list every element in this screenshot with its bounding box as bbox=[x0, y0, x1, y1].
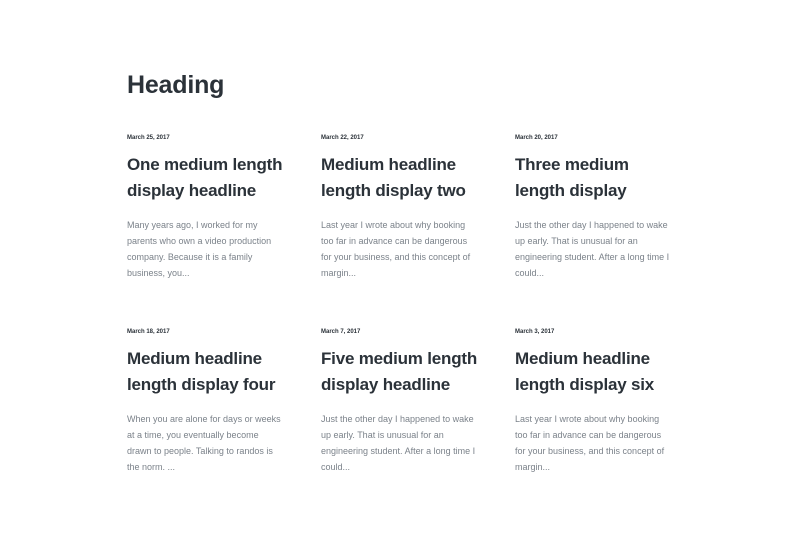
post-date: March 18, 2017 bbox=[127, 329, 170, 335]
post-title[interactable]: Medium headline length display four bbox=[127, 346, 292, 398]
post-date: March 20, 2017 bbox=[515, 135, 558, 141]
post-card[interactable]: March 22, 2017 Medium headline length di… bbox=[321, 134, 475, 281]
page-heading: Heading bbox=[127, 71, 225, 99]
post-card[interactable]: March 3, 2017 Medium headline length dis… bbox=[515, 328, 669, 475]
post-title[interactable]: Medium headline length display two bbox=[321, 152, 486, 204]
post-title[interactable]: Five medium length display headline bbox=[321, 346, 486, 398]
post-excerpt: Just the other day I happened to wake up… bbox=[321, 414, 476, 472]
post-excerpt: When you are alone for days or weeks at … bbox=[127, 414, 281, 472]
post-date: March 22, 2017 bbox=[321, 135, 364, 141]
post-excerpt: Last year I wrote about why booking too … bbox=[321, 220, 471, 278]
post-title[interactable]: One medium length display headline bbox=[127, 152, 292, 204]
post-card[interactable]: March 7, 2017 Five medium length display… bbox=[321, 328, 477, 475]
post-card[interactable]: March 18, 2017 Medium headline length di… bbox=[127, 328, 281, 475]
blog-page: Heading March 25, 2017 One medium length… bbox=[0, 0, 800, 533]
post-title[interactable]: Three medium length display bbox=[515, 152, 680, 204]
post-card[interactable]: March 25, 2017 One medium length display… bbox=[127, 134, 282, 281]
post-card[interactable]: March 20, 2017 Three medium length displ… bbox=[515, 134, 669, 281]
post-date: March 7, 2017 bbox=[321, 329, 361, 335]
post-excerpt: Last year I wrote about why booking too … bbox=[515, 414, 665, 472]
post-excerpt: Just the other day I happened to wake up… bbox=[515, 220, 670, 278]
posts-grid: March 25, 2017 One medium length display… bbox=[127, 134, 687, 475]
post-date: March 25, 2017 bbox=[127, 135, 170, 141]
post-excerpt: Many years ago, I worked for my parents … bbox=[127, 220, 272, 278]
post-title[interactable]: Medium headline length display six bbox=[515, 346, 680, 398]
post-date: March 3, 2017 bbox=[515, 329, 555, 335]
